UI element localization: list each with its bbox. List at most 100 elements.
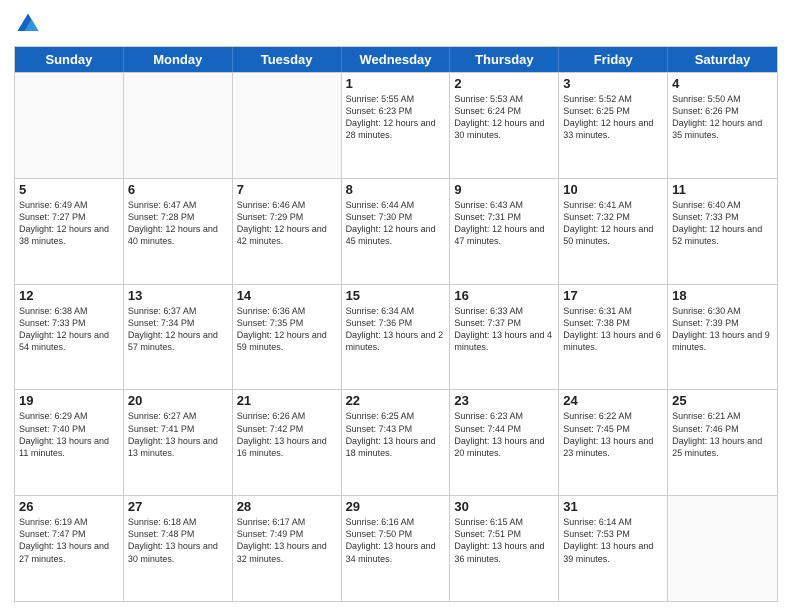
calendar: SundayMondayTuesdayWednesdayThursdayFrid… — [14, 46, 778, 602]
day-cell-8: 8 Sunrise: 6:44 AM Sunset: 7:30 PM Daylig… — [342, 179, 451, 284]
day-cell-14: 14 Sunrise: 6:36 AM Sunset: 7:35 PM Dayli… — [233, 285, 342, 390]
day-number: 4 — [672, 76, 773, 91]
day-number: 3 — [563, 76, 663, 91]
day-info: Sunrise: 6:40 AM Sunset: 7:33 PM Dayligh… — [672, 199, 773, 248]
day-info: Sunrise: 5:50 AM Sunset: 6:26 PM Dayligh… — [672, 93, 773, 142]
day-cell-18: 18Sunrise: 6:30 AM Sunset: 7:39 PM Dayli… — [668, 285, 777, 390]
day-number: 21 — [237, 393, 337, 408]
calendar-row-3: 19 Sunrise: 6:29 AM Sunset: 7:40 PM Dayli… — [15, 389, 777, 495]
day-info: Sunrise: 6:16 AM Sunset: 7:50 PM Dayligh… — [346, 516, 446, 565]
day-number: 20 — [128, 393, 228, 408]
day-number: 8 — [346, 182, 446, 197]
day-info: Sunrise: 6:49 AM Sunset: 7:27 PM Dayligh… — [19, 199, 119, 248]
day-number: 16 — [454, 288, 554, 303]
calendar-row-4: 26 Sunrise: 6:19 AM Sunset: 7:47 PM Dayli… — [15, 495, 777, 601]
day-cell-23: 23Sunrise: 6:23 AM Sunset: 7:44 PM Dayli… — [450, 390, 559, 495]
day-cell-24: 24 Sunrise: 6:22 AM Sunset: 7:45 PM Dayli… — [559, 390, 668, 495]
logo-icon — [14, 10, 42, 38]
day-info: Sunrise: 6:41 AM Sunset: 7:32 PM Dayligh… — [563, 199, 663, 248]
day-cell-1: 1Sunrise: 5:55 AM Sunset: 6:23 PM Daylig… — [342, 73, 451, 178]
header-day-sunday: Sunday — [15, 47, 124, 72]
day-cell-13: 13Sunrise: 6:37 AM Sunset: 7:34 PM Dayli… — [124, 285, 233, 390]
calendar-header: SundayMondayTuesdayWednesdayThursdayFrid… — [15, 47, 777, 72]
day-cell-11: 11 Sunrise: 6:40 AM Sunset: 7:33 PM Dayli… — [668, 179, 777, 284]
day-cell-9: 9Sunrise: 6:43 AM Sunset: 7:31 PM Daylig… — [450, 179, 559, 284]
day-number: 2 — [454, 76, 554, 91]
day-number: 14 — [237, 288, 337, 303]
day-info: Sunrise: 6:29 AM Sunset: 7:40 PM Dayligh… — [19, 410, 119, 459]
day-info: Sunrise: 6:17 AM Sunset: 7:49 PM Dayligh… — [237, 516, 337, 565]
day-info: Sunrise: 5:53 AM Sunset: 6:24 PM Dayligh… — [454, 93, 554, 142]
empty-cell — [15, 73, 124, 178]
day-number: 12 — [19, 288, 119, 303]
day-info: Sunrise: 6:44 AM Sunset: 7:30 PM Dayligh… — [346, 199, 446, 248]
calendar-row-0: 1Sunrise: 5:55 AM Sunset: 6:23 PM Daylig… — [15, 72, 777, 178]
day-info: Sunrise: 6:30 AM Sunset: 7:39 PM Dayligh… — [672, 305, 773, 354]
day-info: Sunrise: 6:47 AM Sunset: 7:28 PM Dayligh… — [128, 199, 228, 248]
day-cell-3: 3 Sunrise: 5:52 AM Sunset: 6:25 PM Daylig… — [559, 73, 668, 178]
day-number: 17 — [563, 288, 663, 303]
day-info: Sunrise: 6:36 AM Sunset: 7:35 PM Dayligh… — [237, 305, 337, 354]
day-number: 31 — [563, 499, 663, 514]
empty-cell — [668, 496, 777, 601]
day-number: 23 — [454, 393, 554, 408]
day-cell-29: 29 Sunrise: 6:16 AM Sunset: 7:50 PM Dayli… — [342, 496, 451, 601]
day-info: Sunrise: 6:43 AM Sunset: 7:31 PM Dayligh… — [454, 199, 554, 248]
day-number: 1 — [346, 76, 446, 91]
day-number: 11 — [672, 182, 773, 197]
day-cell-20: 20 Sunrise: 6:27 AM Sunset: 7:41 PM Dayli… — [124, 390, 233, 495]
header-day-thursday: Thursday — [450, 47, 559, 72]
day-info: Sunrise: 6:25 AM Sunset: 7:43 PM Dayligh… — [346, 410, 446, 459]
day-info: Sunrise: 6:26 AM Sunset: 7:42 PM Dayligh… — [237, 410, 337, 459]
day-cell-16: 16 Sunrise: 6:33 AM Sunset: 7:37 PM Dayli… — [450, 285, 559, 390]
day-number: 10 — [563, 182, 663, 197]
day-number: 6 — [128, 182, 228, 197]
day-cell-15: 15 Sunrise: 6:34 AM Sunset: 7:36 PM Dayli… — [342, 285, 451, 390]
calendar-row-2: 12 Sunrise: 6:38 AM Sunset: 7:33 PM Dayli… — [15, 284, 777, 390]
day-number: 29 — [346, 499, 446, 514]
day-number: 25 — [672, 393, 773, 408]
day-info: Sunrise: 6:14 AM Sunset: 7:53 PM Dayligh… — [563, 516, 663, 565]
day-info: Sunrise: 6:21 AM Sunset: 7:46 PM Dayligh… — [672, 410, 773, 459]
day-cell-28: 28 Sunrise: 6:17 AM Sunset: 7:49 PM Dayli… — [233, 496, 342, 601]
day-info: Sunrise: 6:19 AM Sunset: 7:47 PM Dayligh… — [19, 516, 119, 565]
day-number: 24 — [563, 393, 663, 408]
day-cell-19: 19 Sunrise: 6:29 AM Sunset: 7:40 PM Dayli… — [15, 390, 124, 495]
day-info: Sunrise: 6:38 AM Sunset: 7:33 PM Dayligh… — [19, 305, 119, 354]
day-info: Sunrise: 6:31 AM Sunset: 7:38 PM Dayligh… — [563, 305, 663, 354]
day-info: Sunrise: 6:15 AM Sunset: 7:51 PM Dayligh… — [454, 516, 554, 565]
day-number: 22 — [346, 393, 446, 408]
day-cell-5: 5Sunrise: 6:49 AM Sunset: 7:27 PM Daylig… — [15, 179, 124, 284]
day-cell-30: 30 Sunrise: 6:15 AM Sunset: 7:51 PM Dayli… — [450, 496, 559, 601]
day-cell-10: 10 Sunrise: 6:41 AM Sunset: 7:32 PM Dayli… — [559, 179, 668, 284]
day-info: Sunrise: 6:46 AM Sunset: 7:29 PM Dayligh… — [237, 199, 337, 248]
day-info: Sunrise: 5:52 AM Sunset: 6:25 PM Dayligh… — [563, 93, 663, 142]
day-cell-6: 6 Sunrise: 6:47 AM Sunset: 7:28 PM Daylig… — [124, 179, 233, 284]
day-cell-26: 26 Sunrise: 6:19 AM Sunset: 7:47 PM Dayli… — [15, 496, 124, 601]
day-info: Sunrise: 6:18 AM Sunset: 7:48 PM Dayligh… — [128, 516, 228, 565]
day-number: 30 — [454, 499, 554, 514]
header-day-wednesday: Wednesday — [342, 47, 451, 72]
day-cell-22: 22 Sunrise: 6:25 AM Sunset: 7:43 PM Dayli… — [342, 390, 451, 495]
day-info: Sunrise: 6:22 AM Sunset: 7:45 PM Dayligh… — [563, 410, 663, 459]
day-number: 15 — [346, 288, 446, 303]
header — [14, 10, 778, 38]
day-info: Sunrise: 6:33 AM Sunset: 7:37 PM Dayligh… — [454, 305, 554, 354]
calendar-row-1: 5Sunrise: 6:49 AM Sunset: 7:27 PM Daylig… — [15, 178, 777, 284]
day-number: 28 — [237, 499, 337, 514]
day-cell-2: 2 Sunrise: 5:53 AM Sunset: 6:24 PM Daylig… — [450, 73, 559, 178]
logo — [14, 10, 46, 38]
day-info: Sunrise: 6:27 AM Sunset: 7:41 PM Dayligh… — [128, 410, 228, 459]
day-info: Sunrise: 6:37 AM Sunset: 7:34 PM Dayligh… — [128, 305, 228, 354]
empty-cell — [233, 73, 342, 178]
day-info: Sunrise: 6:34 AM Sunset: 7:36 PM Dayligh… — [346, 305, 446, 354]
day-number: 26 — [19, 499, 119, 514]
header-day-monday: Monday — [124, 47, 233, 72]
calendar-body: 1Sunrise: 5:55 AM Sunset: 6:23 PM Daylig… — [15, 72, 777, 601]
day-cell-21: 21 Sunrise: 6:26 AM Sunset: 7:42 PM Dayli… — [233, 390, 342, 495]
day-cell-25: 25 Sunrise: 6:21 AM Sunset: 7:46 PM Dayli… — [668, 390, 777, 495]
day-cell-7: 7 Sunrise: 6:46 AM Sunset: 7:29 PM Daylig… — [233, 179, 342, 284]
day-number: 19 — [19, 393, 119, 408]
day-number: 7 — [237, 182, 337, 197]
day-cell-31: 31 Sunrise: 6:14 AM Sunset: 7:53 PM Dayli… — [559, 496, 668, 601]
